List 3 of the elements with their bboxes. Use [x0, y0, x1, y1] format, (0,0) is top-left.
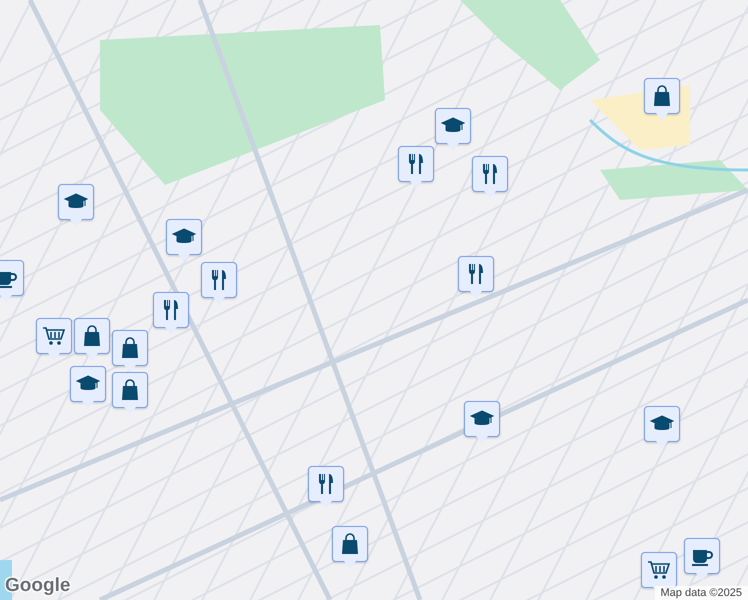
- map-attribution: Map data ©2025: [654, 586, 748, 600]
- shopping-cart-icon: [42, 324, 66, 348]
- shopping-cart-icon: [647, 558, 671, 582]
